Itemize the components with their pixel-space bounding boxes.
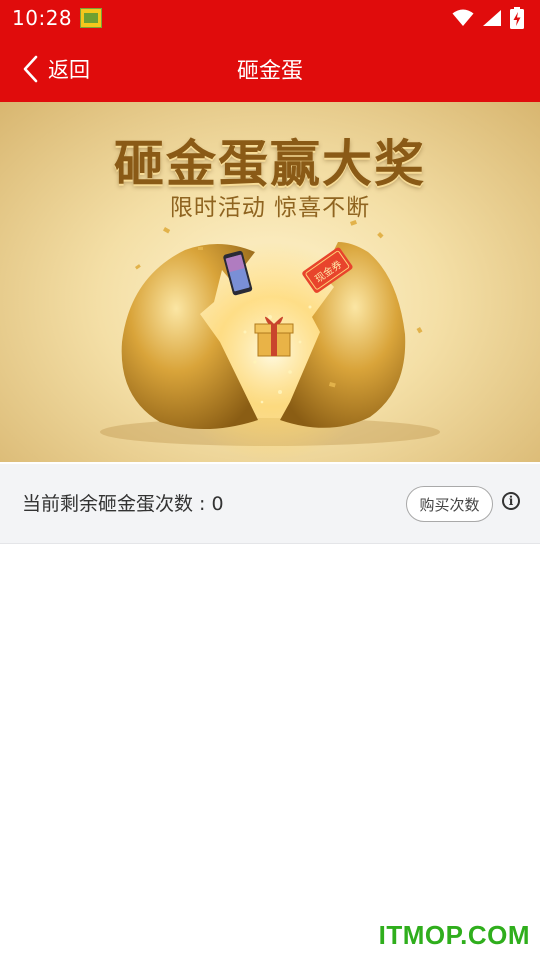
promo-banner: 现金券 砸金蛋赢大奖 限时活动 惊喜不断	[0, 102, 540, 462]
remaining-count-label: 当前剩余砸金蛋次数 : 0	[22, 492, 224, 515]
wifi-icon	[452, 9, 474, 26]
status-bar: 10:28	[0, 0, 540, 36]
remaining-count-bar: 当前剩余砸金蛋次数 : 0 购买次数 i	[0, 464, 540, 544]
buy-times-button[interactable]: 购买次数	[406, 486, 493, 522]
info-icon[interactable]: i	[502, 492, 520, 510]
status-time: 10:28	[12, 6, 73, 30]
battery-charging-icon	[510, 7, 524, 29]
banner-headline: 砸金蛋赢大奖	[114, 134, 426, 193]
app-notification-icon	[80, 8, 103, 28]
watermark: ITMOP.COM	[378, 920, 530, 950]
status-icons	[452, 7, 524, 29]
cell-signal-icon	[483, 10, 501, 26]
nav-bar: 返回 砸金蛋	[0, 36, 540, 102]
page-title: 砸金蛋	[236, 59, 303, 84]
banner-subline: 限时活动 惊喜不断	[169, 195, 371, 221]
